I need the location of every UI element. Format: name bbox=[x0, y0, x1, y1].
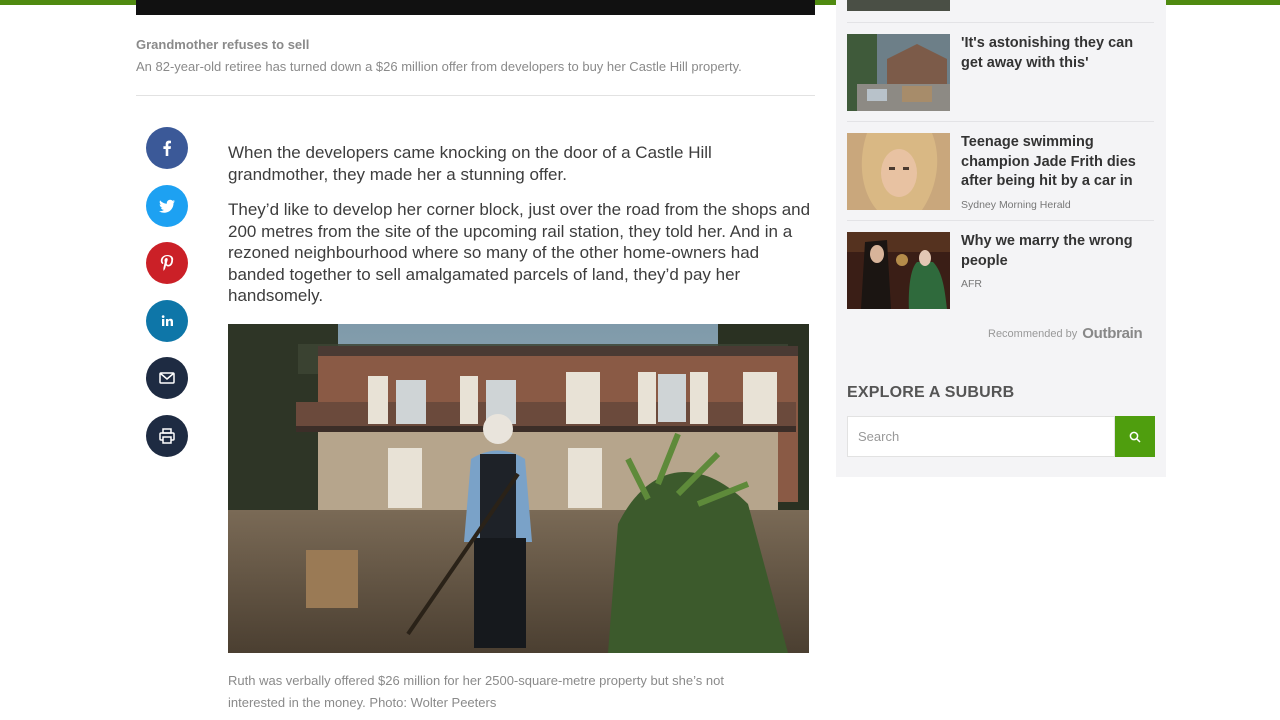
twitter-icon bbox=[159, 199, 175, 213]
recommendation-item[interactable]: Teenage swimming champion Jade Frith die… bbox=[847, 133, 1154, 211]
recommendation-title[interactable]: Teenage swimming champion Jade Frith die… bbox=[961, 133, 1156, 192]
article-photo bbox=[228, 324, 809, 653]
linkedin-icon bbox=[161, 314, 173, 326]
facebook-share-button[interactable] bbox=[146, 127, 188, 169]
divider bbox=[847, 220, 1154, 221]
printer-icon bbox=[159, 427, 175, 444]
outbrain-attribution[interactable]: Recommended by Outbrain bbox=[988, 325, 1143, 342]
article-paragraph: When the developers came knocking on the… bbox=[228, 143, 712, 184]
suburb-search-button[interactable] bbox=[1115, 416, 1155, 457]
article-paragraph: They’d like to develop her corner block,… bbox=[228, 200, 811, 305]
pinterest-share-button[interactable] bbox=[146, 242, 188, 284]
recommended-by-label: Recommended by bbox=[988, 327, 1078, 340]
divider bbox=[136, 95, 815, 96]
video-player-bottom[interactable] bbox=[136, 0, 815, 15]
recommendation-thumbnail bbox=[847, 232, 950, 309]
previous-thumbnail[interactable] bbox=[847, 0, 950, 11]
recommendation-title[interactable]: Why we marry the wrong people bbox=[961, 232, 1156, 271]
photo-caption: Ruth was verbally offered $26 million fo… bbox=[228, 673, 724, 710]
recommendation-item[interactable]: 'It's astonishing they can get away with… bbox=[847, 34, 1154, 112]
media-caption-title: Grandmother refuses to sell bbox=[136, 37, 310, 52]
pinterest-icon bbox=[160, 255, 174, 271]
recommendation-source: Sydney Morning Herald bbox=[961, 199, 1071, 211]
article-body: When the developers came knocking on the… bbox=[228, 142, 813, 321]
search-icon bbox=[1129, 431, 1141, 443]
recommendation-title[interactable]: 'It's astonishing they can get away with… bbox=[961, 34, 1156, 73]
recommendation-thumbnail bbox=[847, 133, 950, 210]
outbrain-logo: Outbrain bbox=[1082, 325, 1143, 342]
facebook-icon bbox=[163, 140, 171, 156]
mail-icon bbox=[159, 372, 175, 384]
email-share-button[interactable] bbox=[146, 357, 188, 399]
media-caption-description: An 82-year-old retiree has turned down a… bbox=[136, 59, 742, 74]
media-caption: Grandmother refuses to sell An 82-year-o… bbox=[136, 37, 815, 74]
recommendation-thumbnail bbox=[847, 34, 950, 111]
print-button[interactable] bbox=[146, 414, 188, 457]
recommendation-source: AFR bbox=[961, 278, 982, 290]
twitter-share-button[interactable] bbox=[146, 184, 188, 227]
linkedin-share-button[interactable] bbox=[146, 299, 188, 342]
explore-suburb-heading: EXPLORE A SUBURB bbox=[847, 384, 1015, 401]
divider bbox=[847, 121, 1154, 122]
suburb-search-input[interactable] bbox=[847, 416, 1115, 457]
recommendation-item[interactable]: Why we marry the wrong people AFR bbox=[847, 232, 1154, 310]
share-bar bbox=[146, 127, 188, 472]
divider bbox=[847, 22, 1154, 23]
sidebar: 'It's astonishing they can get away with… bbox=[836, 0, 1166, 477]
